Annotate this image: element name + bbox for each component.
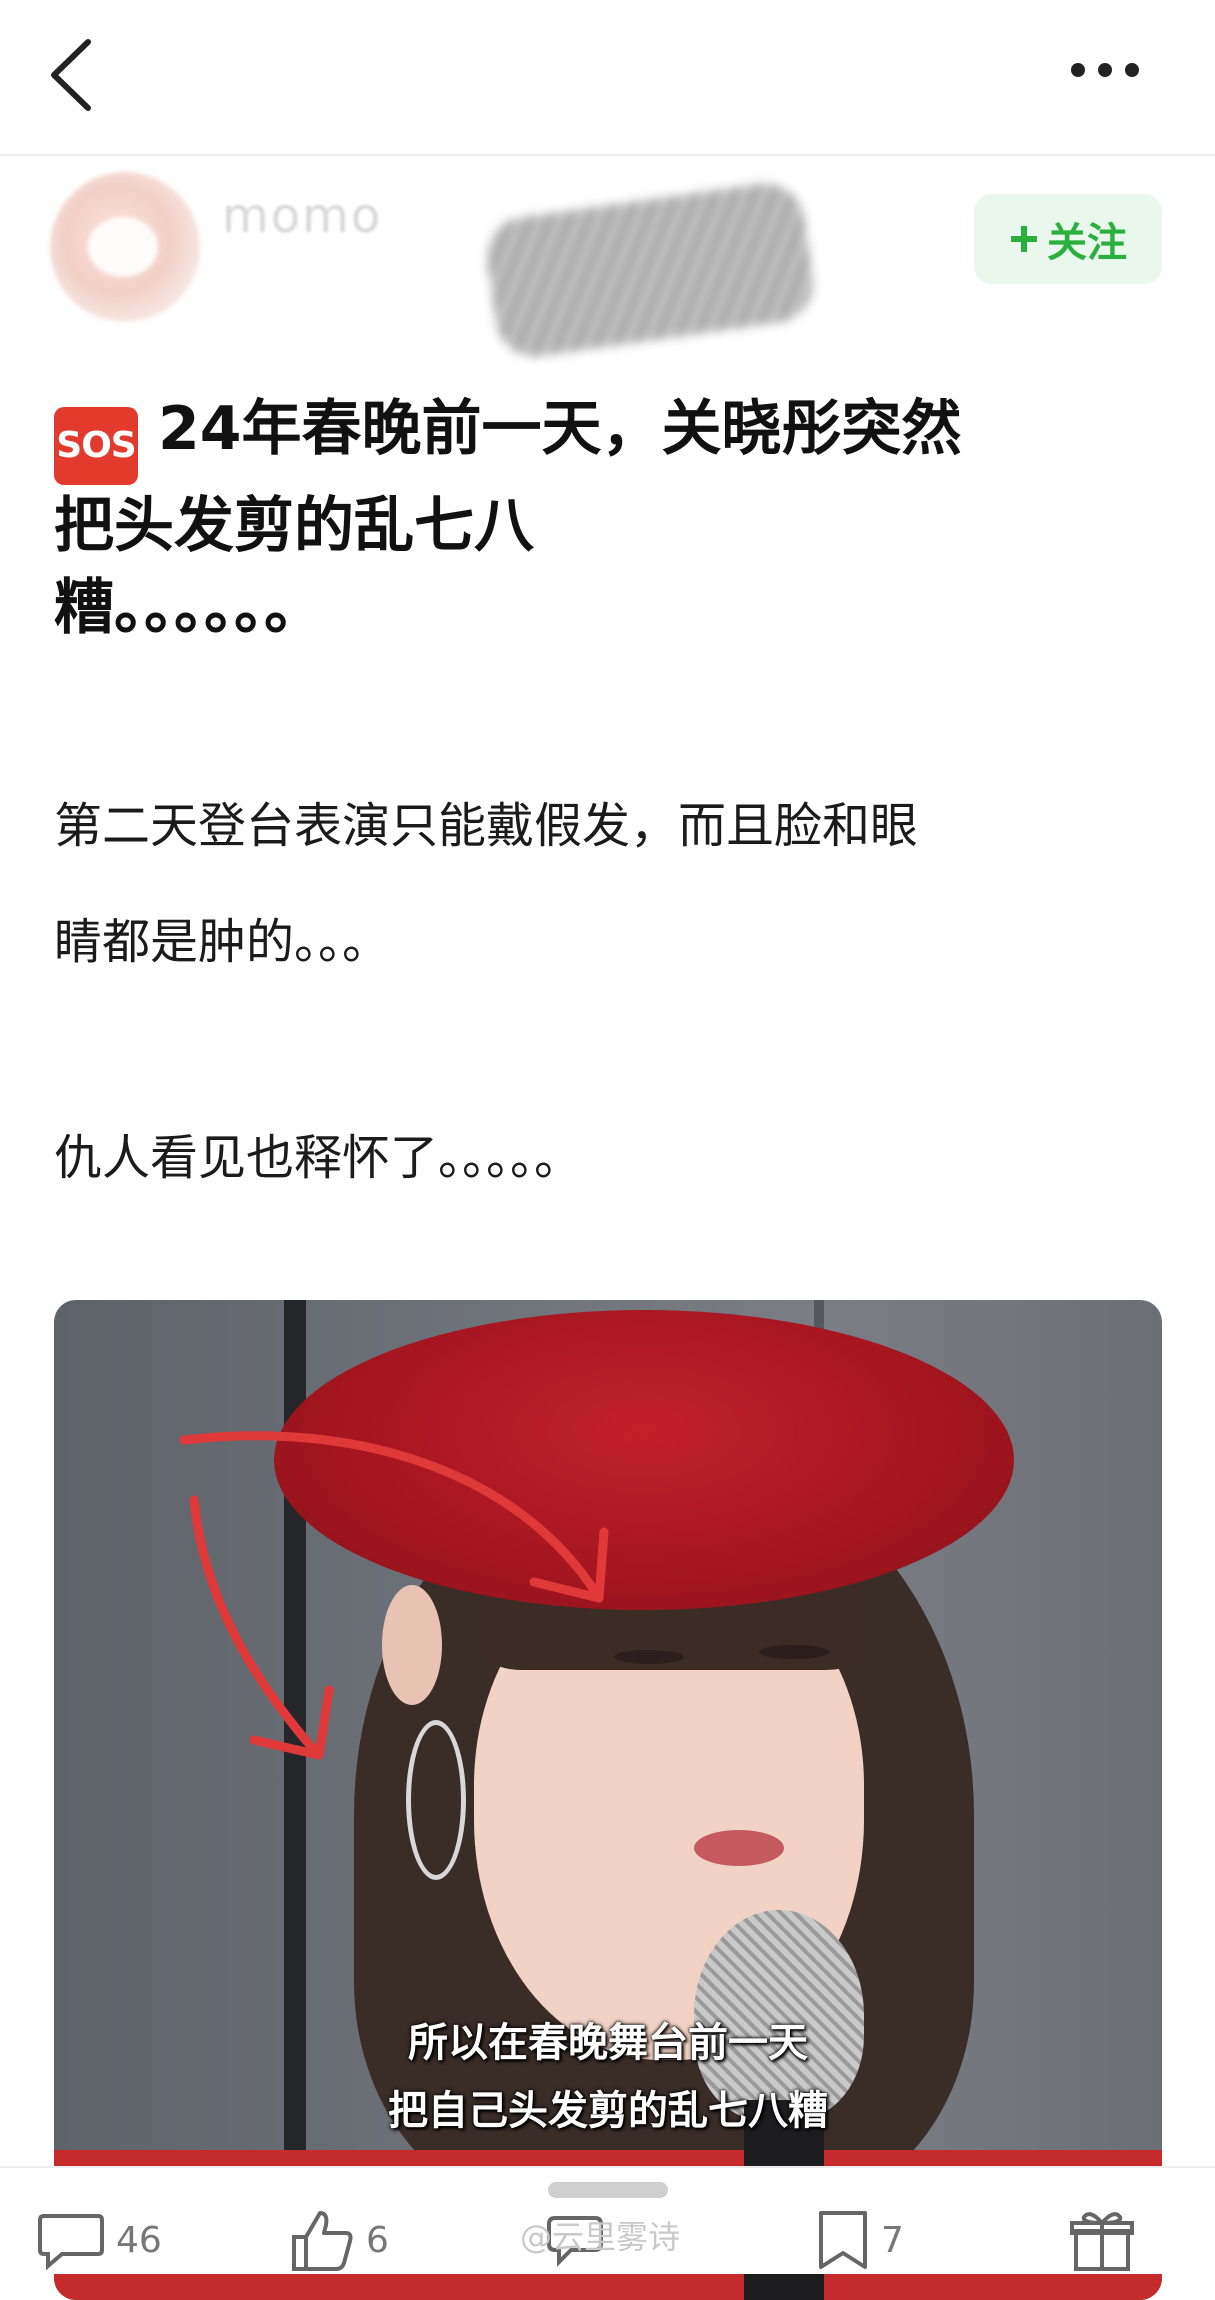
author-name[interactable]: momo xyxy=(222,188,400,244)
post-paragraph-1: 第二天登台表演只能戴假发，而且脸和眼 睛都是肿的。。。 xyxy=(54,768,1164,1000)
plus-icon xyxy=(1011,226,1037,252)
gift-button[interactable] xyxy=(1070,2208,1134,2272)
title-line-2: 把头发剪的乱七八 xyxy=(54,491,534,561)
title-line-1: 24年春晚前一天，关晓彤突然 xyxy=(158,394,962,464)
post-paragraph-2: 仇人看见也释怀了。。。。。 xyxy=(54,1130,583,1186)
weibo-watermark: @云里雾诗 xyxy=(520,2218,681,2256)
more-button[interactable] xyxy=(1060,40,1160,100)
image-caption-line-1: 所以在春晚舞台前一天 xyxy=(408,2020,808,2066)
comment-button[interactable]: 46 xyxy=(36,2208,162,2272)
paragraph-1-line-1: 第二天登台表演只能戴假发，而且脸和眼 xyxy=(54,798,919,854)
redacted-scribble xyxy=(481,178,819,362)
sos-badge-icon: SOS xyxy=(54,407,138,485)
title-line-3: 糟。。。。。。 xyxy=(54,573,324,643)
author-row: momo 关注 xyxy=(0,160,1215,362)
comment-icon xyxy=(38,2214,104,2270)
follow-button[interactable]: 关注 xyxy=(974,194,1162,284)
follow-label: 关注 xyxy=(1047,220,1127,266)
image-caption-line-2: 把自己头发剪的乱七八糟 xyxy=(388,2088,828,2134)
more-dots-icon xyxy=(1071,63,1139,77)
bookmark-icon xyxy=(819,2211,867,2269)
favorite-count: 7 xyxy=(881,2219,904,2261)
post-title: SOS 24年春晚前一天，关晓彤突然 把头发剪的乱七八 糟。。。。。。 xyxy=(54,388,1164,649)
avatar[interactable] xyxy=(50,172,200,322)
top-bar xyxy=(0,0,1215,156)
back-button[interactable] xyxy=(40,30,110,120)
like-count: 6 xyxy=(366,2219,389,2261)
red-arrow-annotations xyxy=(179,1431,609,1760)
comment-count: 46 xyxy=(116,2219,162,2261)
like-button[interactable]: 6 xyxy=(290,2208,389,2272)
post-image[interactable]: 所以在春晚舞台前一天 把自己头发剪的乱七八糟 xyxy=(54,1300,1162,2300)
thumbs-up-icon xyxy=(292,2211,353,2271)
chevron-left-icon xyxy=(51,39,91,111)
gift-icon xyxy=(1070,2212,1134,2271)
author-name-text: momo xyxy=(222,188,383,244)
drag-handle[interactable] xyxy=(548,2182,668,2198)
paragraph-1-line-2: 睛都是肿的。。。 xyxy=(54,914,391,970)
favorite-button[interactable]: 7 xyxy=(815,2208,904,2272)
